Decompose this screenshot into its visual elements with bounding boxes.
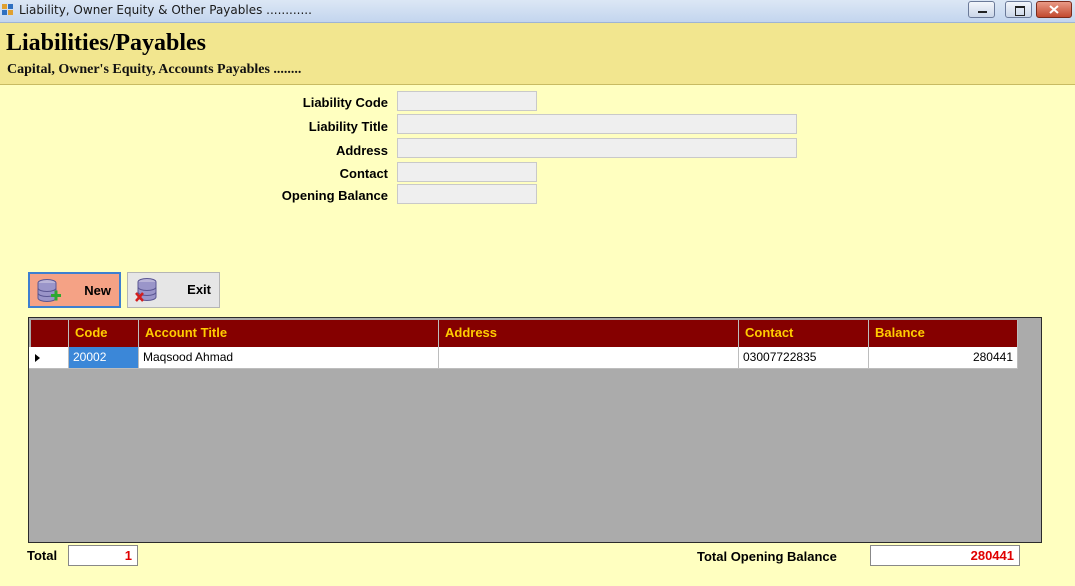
window-titlebar: Liability, Owner Equity & Other Payables…	[0, 0, 1075, 23]
page-header: Liabilities/Payables Capital, Owner's Eq…	[0, 23, 1075, 85]
app-icon	[2, 4, 14, 16]
column-header-account-title[interactable]: Account Title	[139, 320, 439, 347]
database-add-icon	[37, 279, 61, 302]
exit-button-label: Exit	[187, 282, 211, 297]
column-header-code[interactable]: Code	[69, 320, 139, 347]
address-label: Address	[335, 143, 388, 158]
contact-label: Contact	[339, 166, 388, 181]
column-header-contact[interactable]: Contact	[739, 320, 869, 347]
opening-balance-label: Opening Balance	[281, 188, 388, 203]
cell-account-title[interactable]: Maqsood Ahmad	[139, 347, 439, 369]
address-field[interactable]	[397, 138, 797, 158]
total-opening-balance-field: 280441	[870, 545, 1020, 566]
exit-button[interactable]: Exit	[127, 272, 220, 308]
restore-icon	[1015, 6, 1025, 16]
restore-button[interactable]	[1005, 1, 1032, 18]
close-button[interactable]	[1036, 1, 1072, 18]
total-opening-balance-label: Total Opening Balance	[697, 549, 837, 564]
liability-title-label: Liability Title	[308, 119, 388, 134]
cell-balance[interactable]: 280441	[869, 347, 1018, 369]
page-title: Liabilities/Payables	[6, 30, 207, 56]
opening-balance-field[interactable]	[397, 184, 537, 204]
database-delete-icon	[135, 278, 157, 302]
new-button[interactable]: New	[28, 272, 121, 308]
liability-code-label: Liability Code	[302, 95, 388, 110]
row-selector[interactable]	[29, 347, 69, 369]
cell-address[interactable]	[439, 347, 739, 369]
contact-field[interactable]	[397, 162, 537, 182]
column-header-balance[interactable]: Balance	[869, 320, 1018, 347]
total-count-field: 1	[68, 545, 138, 566]
column-header-address[interactable]: Address	[439, 320, 739, 347]
grid-corner-header	[31, 320, 69, 347]
close-icon	[1049, 5, 1059, 14]
liability-title-field[interactable]	[397, 114, 797, 134]
new-button-label: New	[84, 283, 111, 298]
window-title: Liability, Owner Equity & Other Payables…	[19, 3, 312, 17]
page-subtitle: Capital, Owner's Equity, Accounts Payabl…	[7, 62, 302, 77]
minimize-icon	[978, 11, 987, 13]
current-row-arrow-icon	[35, 354, 40, 362]
liabilities-grid[interactable]: Code Account Title Address Contact Balan…	[28, 317, 1042, 543]
cell-contact[interactable]: 03007722835	[739, 347, 869, 369]
cell-code[interactable]: 20002	[69, 347, 139, 369]
minimize-button[interactable]	[968, 1, 995, 18]
total-label: Total	[27, 548, 58, 563]
liability-code-field[interactable]	[397, 91, 537, 111]
